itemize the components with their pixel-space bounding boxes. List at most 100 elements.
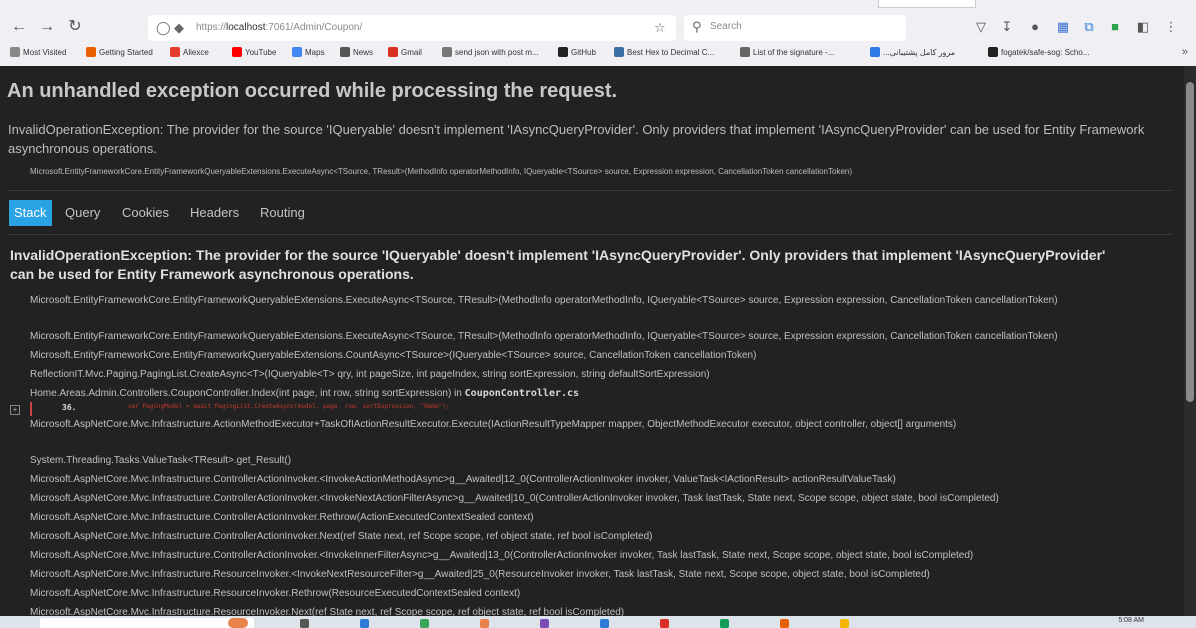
bookmark-label: News (353, 48, 374, 57)
browser-chrome: ← → ↻ ◯ ◆ https://localhost:7061/Admin/C… (0, 0, 1196, 66)
lock-icon[interactable]: ◆ (174, 19, 184, 37)
bookmark-favicon-icon (340, 47, 350, 57)
bookmark-label: send json with post m... (455, 48, 539, 57)
extension-dark-icon[interactable]: ● (1026, 18, 1044, 36)
bookmark-favicon-icon (870, 47, 880, 57)
taskbar-app-icon[interactable] (540, 619, 549, 628)
scrollbar-thumb[interactable] (1186, 82, 1194, 402)
tab-cookies[interactable]: Cookies (117, 200, 174, 226)
shield-icon[interactable]: ◯ (156, 19, 171, 37)
search-icon: ⚲ (692, 19, 702, 34)
bookmarks-overflow-icon[interactable]: » (1182, 46, 1188, 58)
taskbar-search[interactable] (40, 618, 254, 628)
bookmark-item[interactable]: Best Hex to Decimal C... (614, 46, 714, 60)
extension-copy-icon[interactable]: ⧉ (1080, 18, 1098, 36)
code-line: var PagingModel = await PagingList.Creat… (128, 403, 450, 410)
stack-frame[interactable]: ReflectionIT.Mvc.Paging.PagingList.Creat… (30, 366, 710, 384)
bookmarks-toolbar: » Most Visited Getting Started Aliexce YouT… (0, 44, 1196, 64)
bookmark-favicon-icon (388, 47, 398, 57)
divider (8, 234, 1172, 235)
divider (8, 190, 1172, 191)
expand-code-icon[interactable]: + (10, 405, 20, 415)
stack-frame-method: Home.Areas.Admin.Controllers.CouponContr… (30, 388, 465, 399)
stack-frame[interactable]: Microsoft.AspNetCore.Mvc.Infrastructure.… (30, 566, 930, 584)
stack-frame[interactable]: Microsoft.AspNetCore.Mvc.Infrastructure.… (30, 547, 973, 565)
menu-icon[interactable]: ⋮ (1162, 18, 1180, 36)
forward-icon[interactable]: → (36, 16, 58, 38)
url-bar[interactable]: ◯ ◆ https://localhost:7061/Admin/Coupon/… (148, 15, 676, 41)
stack-frame[interactable]: Microsoft.EntityFrameworkCore.EntityFram… (30, 328, 1058, 346)
code-line-number: 36. (62, 403, 77, 412)
bookmark-item[interactable]: YouTube (232, 46, 276, 60)
bookmark-favicon-icon (10, 47, 20, 57)
exception-message: InvalidOperationException: The provider … (8, 122, 1145, 156)
search-bar[interactable]: ⚲ Search (684, 15, 906, 41)
bookmark-favicon-icon (558, 47, 568, 57)
extension-blue-icon[interactable]: ▦ (1054, 18, 1072, 36)
bookmark-label: ...مرور کامل پشتیبانی (883, 48, 956, 57)
bookmark-favicon-icon (292, 47, 302, 57)
bookmark-item[interactable]: News (340, 46, 373, 60)
bookmark-favicon-icon (442, 47, 452, 57)
bookmark-item[interactable]: send json with post m... (442, 46, 539, 60)
bookmark-item[interactable]: Aliexce (170, 46, 209, 60)
bookmark-favicon-icon (740, 47, 750, 57)
stack-frame[interactable]: Microsoft.AspNetCore.Mvc.Infrastructure.… (30, 528, 653, 546)
extensions-puzzle-icon[interactable]: ◧ (1134, 18, 1152, 36)
bookmark-item[interactable]: Maps (292, 46, 325, 60)
bookmark-item[interactable]: ...مرور کامل پشتیبانی (870, 46, 955, 60)
bookmark-item[interactable]: fogatek/safe-sog: Scho... (988, 46, 1090, 60)
dropdown-popup (878, 0, 976, 8)
bookmark-label: Getting Started (99, 48, 153, 57)
bookmark-favicon-icon (988, 47, 998, 57)
url-host: localhost (226, 22, 266, 33)
page-title: An unhandled exception occurred while pr… (7, 80, 618, 102)
url-path: :7061/Admin/Coupon/ (265, 22, 363, 33)
taskbar-app-icon[interactable] (228, 618, 248, 628)
stack-frame[interactable]: Microsoft.AspNetCore.Mvc.Infrastructure.… (30, 471, 896, 489)
bookmark-label: Best Hex to Decimal C... (627, 48, 715, 57)
bookmark-item[interactable]: Getting Started (86, 46, 153, 60)
tab-stack[interactable]: Stack (9, 200, 52, 226)
tab-query[interactable]: Query (60, 200, 105, 226)
tab-routing[interactable]: Routing (255, 200, 310, 226)
bookmark-item[interactable]: List of the signature -... (740, 46, 834, 60)
bookmark-label: Aliexce (183, 48, 209, 57)
taskbar-app-icon[interactable] (360, 619, 369, 628)
bookmark-favicon-icon (614, 47, 624, 57)
bookmark-label: YouTube (245, 48, 277, 57)
bookmark-item[interactable]: Most Visited (10, 46, 66, 60)
stack-frame[interactable]: Microsoft.AspNetCore.Mvc.Infrastructure.… (30, 490, 999, 508)
stack-frame[interactable]: Microsoft.EntityFrameworkCore.EntityFram… (30, 292, 1170, 310)
error-page: An unhandled exception occurred while pr… (0, 66, 1184, 616)
bookmark-label: Maps (305, 48, 325, 57)
url-prefix: https:// (196, 22, 227, 33)
stack-frame[interactable]: Microsoft.AspNetCore.Mvc.Infrastructure.… (30, 604, 624, 616)
stack-frame[interactable]: Microsoft.EntityFrameworkCore.EntityFram… (30, 347, 756, 365)
bookmark-item[interactable]: GitHub (558, 46, 596, 60)
taskbar-app-icon[interactable] (600, 619, 609, 628)
pocket-icon[interactable]: ▽ (972, 18, 990, 36)
bookmark-item[interactable]: Gmail (388, 46, 422, 60)
back-icon[interactable]: ← (8, 16, 30, 38)
taskbar-app-icon[interactable] (420, 619, 429, 628)
taskbar-app-icon[interactable] (840, 619, 849, 628)
taskbar-app-icon[interactable] (780, 619, 789, 628)
stack-frame[interactable]: Microsoft.AspNetCore.Mvc.Infrastructure.… (30, 416, 1170, 434)
search-input[interactable]: Search (710, 21, 742, 32)
taskbar-app-icon[interactable] (300, 619, 309, 628)
bookmark-star-icon[interactable]: ☆ (654, 19, 666, 37)
taskbar-app-icon[interactable] (480, 619, 489, 628)
tab-headers[interactable]: Headers (185, 200, 244, 226)
stack-frame[interactable]: System.Threading.Tasks.ValueTask<TResult… (30, 452, 291, 470)
taskbar-app-icon[interactable] (720, 619, 729, 628)
taskbar-app-icon[interactable] (660, 619, 669, 628)
download-icon[interactable]: ↧ (998, 18, 1016, 36)
extension-green-icon[interactable]: ■ (1106, 18, 1124, 36)
page-scrollbar[interactable] (1184, 66, 1196, 616)
reload-icon[interactable]: ↻ (64, 16, 86, 38)
stack-frame[interactable]: Microsoft.AspNetCore.Mvc.Infrastructure.… (30, 585, 520, 603)
stack-frame[interactable]: Microsoft.AspNetCore.Mvc.Infrastructure.… (30, 509, 534, 527)
url-text[interactable]: https://localhost:7061/Admin/Coupon/ (196, 20, 362, 36)
source-file-link[interactable]: CouponController.cs (465, 388, 579, 399)
